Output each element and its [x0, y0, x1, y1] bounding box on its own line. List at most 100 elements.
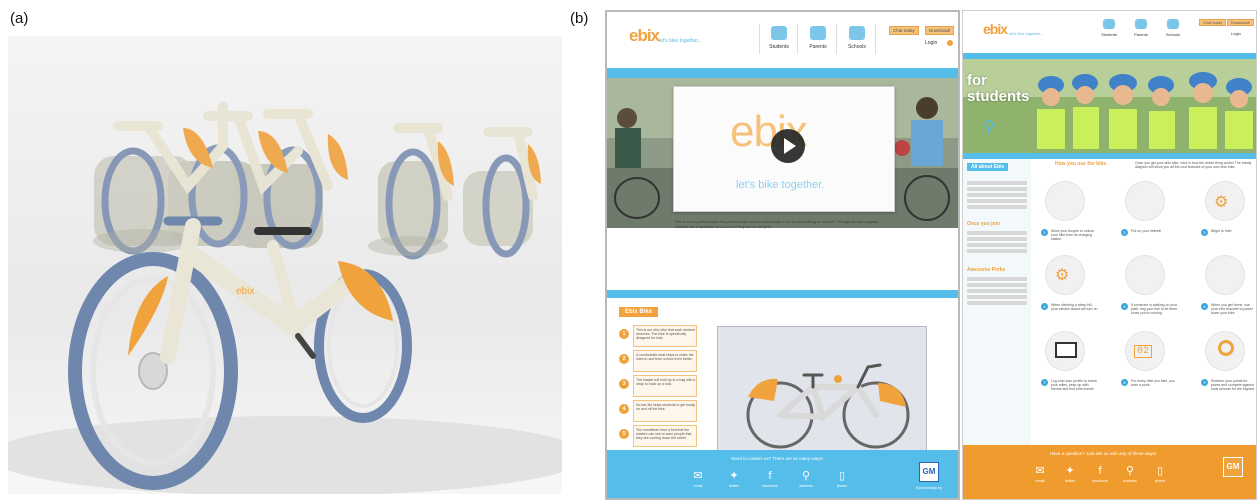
location-icon[interactable]: ⚲	[1123, 465, 1137, 477]
email-icon[interactable]: ✉	[1033, 465, 1047, 477]
site-header: ebix let's bike together... Students Par…	[607, 12, 958, 68]
step-number: 4	[619, 404, 629, 414]
step-box: This is our ebix bike that each student …	[633, 325, 697, 347]
award-ribbon-icon	[1205, 331, 1245, 371]
footer-address[interactable]: address	[1115, 479, 1145, 483]
step-box: A comfortable seat helps to make the rid…	[633, 350, 697, 372]
hill-climb-icon: ⚙	[1045, 255, 1085, 295]
website-mockup-students: ebix let's bike together... Students Par…	[962, 10, 1257, 500]
footer-email[interactable]: email	[683, 484, 713, 488]
footer-facebook[interactable]: facebook	[755, 484, 785, 488]
hero-title: for students	[967, 73, 1030, 105]
schools-nav-icon[interactable]	[1167, 19, 1179, 29]
station-wave-icon	[1045, 181, 1085, 221]
footer-facebook[interactable]: facebook	[1085, 479, 1115, 483]
nav-schools[interactable]: Schools	[837, 44, 877, 50]
counter-display: 02	[1134, 345, 1153, 358]
bike-rendering-photo: ebix	[8, 36, 562, 494]
chat-button[interactable]: Chat today	[889, 26, 919, 35]
bike-fleet-illustration: ebix	[8, 101, 562, 494]
mile-counter-icon: 02	[1125, 331, 1165, 371]
bike-glyph-icon: ⚙	[1055, 267, 1070, 284]
sidebar-heading: All about Ebix	[967, 163, 1009, 171]
twitter-icon[interactable]: ✦	[1063, 465, 1077, 477]
step-caption: Redeem your points for prizes and compet…	[1211, 379, 1255, 392]
students-hero-photo: for students ⚲	[963, 59, 1256, 153]
bracelet-icon	[1205, 255, 1245, 295]
footer-twitter[interactable]: twitter	[719, 484, 749, 488]
footer-address[interactable]: address	[791, 484, 821, 488]
footer-email[interactable]: email	[1025, 479, 1055, 483]
download-button[interactable]: Download!	[1227, 19, 1254, 26]
sponsor-caption: Sponsorship by	[915, 486, 943, 490]
panel-label-b: (b)	[570, 10, 589, 27]
sidebar: All about Ebix Once you join Awesome Per…	[963, 159, 1031, 445]
helmet-icon	[1125, 181, 1165, 221]
step-number: 8	[1121, 379, 1128, 386]
section-note: Once you get your ebix bike, here is how…	[1135, 161, 1252, 170]
nav-schools[interactable]: Schools	[1153, 32, 1193, 37]
phone-icon[interactable]: ▯	[835, 470, 849, 482]
panel-label-a: (a)	[10, 10, 29, 27]
step-number: 5	[619, 429, 629, 439]
video-tagline: let's bike together.	[736, 179, 825, 191]
sidebar-join-text	[967, 229, 1027, 259]
step-caption: Move your bicycle to unlock your bike fr…	[1051, 229, 1094, 242]
step-number: 3	[619, 379, 629, 389]
bike-step: 3 The basket will hold up to a bag with …	[619, 375, 697, 399]
chat-button[interactable]: Chat today	[1199, 19, 1227, 26]
gm-sponsor-logo[interactable]: GM	[1223, 457, 1243, 477]
footer-phone[interactable]: phone	[827, 484, 857, 488]
step-number: 9	[1201, 379, 1208, 386]
ebix-logo[interactable]: ebix	[983, 21, 1008, 37]
login-icon[interactable]	[947, 40, 953, 46]
step-text: The handlebar have a bell that the stude…	[636, 428, 692, 441]
step-caption: Begin to ride!	[1211, 229, 1232, 233]
footer-twitter[interactable]: twitter	[1055, 479, 1085, 483]
parents-nav-icon[interactable]	[810, 26, 826, 40]
step-caption: Put on your helmet!	[1131, 229, 1162, 233]
schools-nav-icon[interactable]	[849, 26, 865, 40]
top-blue-bar	[607, 68, 958, 78]
login-link[interactable]: Login	[925, 40, 937, 46]
students-nav-icon[interactable]	[1103, 19, 1115, 29]
phone-icon[interactable]: ▯	[1153, 465, 1167, 477]
footer-heading: Need to contact us? There are so many wa…	[731, 456, 823, 461]
section-heading: How you use the bike	[1055, 161, 1107, 167]
location-icon[interactable]: ⚲	[799, 470, 813, 482]
docked-bikes	[93, 101, 541, 260]
footer-phone[interactable]: phone	[1145, 479, 1175, 483]
bike-ride-icon: ⚙	[1205, 181, 1245, 221]
step-text: A comfortable seat helps to make the rid…	[636, 353, 694, 362]
sidebar-subheading-join: Once you join	[967, 221, 1001, 227]
gm-sponsor-logo[interactable]: GM	[919, 462, 939, 482]
download-button[interactable]: Download!	[925, 26, 955, 35]
step-caption: When climbing a steep hill, your electri…	[1051, 303, 1098, 312]
bike-diagram-illustration	[746, 363, 910, 449]
login-link[interactable]: Login	[1231, 31, 1241, 36]
facebook-icon[interactable]: f	[1093, 465, 1107, 477]
step-number: 3	[1201, 229, 1208, 236]
site-header: ebix let's bike together... Students Par…	[963, 11, 1256, 53]
step-text: The basket will hold up to a bag with a …	[636, 378, 696, 387]
play-icon[interactable]	[771, 129, 805, 163]
bike-step: 5 The handlebar have a bell that the stu…	[619, 425, 697, 449]
facebook-icon[interactable]: f	[763, 470, 777, 482]
nav-parents[interactable]: Parents	[798, 44, 838, 50]
website-mockup-home: ebix let's bike together... Students Par…	[605, 10, 960, 500]
intro-video-player[interactable]: ebix let's bike together.	[673, 86, 895, 212]
email-icon[interactable]: ✉	[691, 470, 705, 482]
hero-title-line2: students	[967, 88, 1030, 105]
bell-path-icon	[1125, 255, 1165, 295]
ebix-logo[interactable]: ebix	[629, 26, 660, 46]
nav-students[interactable]: Students	[759, 44, 799, 50]
sidebar-subheading-perks: Awesome Perks	[967, 267, 1006, 273]
students-nav-icon[interactable]	[771, 26, 787, 40]
twitter-icon[interactable]: ✦	[727, 470, 741, 482]
hero-title-line1: for	[967, 72, 987, 89]
bike-glyph-icon: ⚙	[1214, 194, 1229, 211]
intro-text: Ebix is a non profit program that partne…	[675, 220, 879, 230]
parents-nav-icon[interactable]	[1135, 19, 1147, 29]
step-number: 7	[1041, 379, 1048, 386]
step-box: The handlebar have a bell that the stude…	[633, 425, 697, 447]
